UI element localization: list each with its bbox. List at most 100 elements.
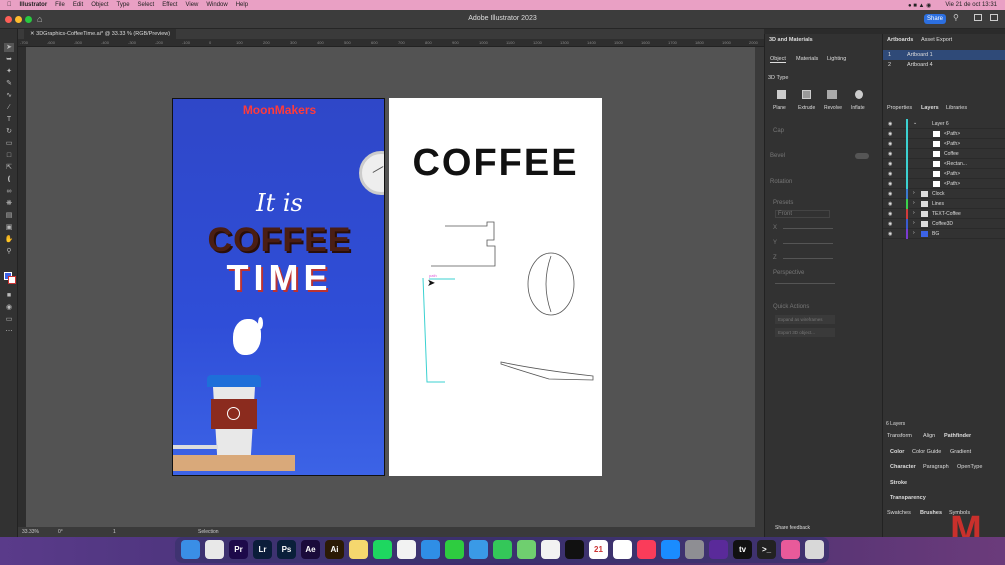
eye-icon[interactable]: ◉ bbox=[888, 181, 892, 187]
music-icon[interactable] bbox=[637, 540, 656, 559]
artboard-number[interactable]: 1 bbox=[113, 529, 116, 535]
selection-tool-icon[interactable]: ➤ bbox=[4, 43, 14, 52]
graph-tool-icon[interactable]: ▤ bbox=[4, 211, 14, 220]
layer-row[interactable]: ◉ › Coffee3D bbox=[883, 219, 1005, 229]
tab-asset-export[interactable]: Asset Export bbox=[921, 37, 952, 43]
color-mode-icon[interactable]: ■ bbox=[4, 291, 14, 300]
tab-swatches[interactable]: Swatches bbox=[887, 510, 911, 516]
ruler-vertical[interactable] bbox=[18, 47, 26, 527]
reminders-icon[interactable] bbox=[613, 540, 632, 559]
arrange-icon[interactable] bbox=[974, 14, 982, 21]
tab-color-guide[interactable]: Color Guide bbox=[912, 449, 941, 455]
pen-tool-icon[interactable]: ✎ bbox=[4, 79, 14, 88]
type-revolve-label[interactable]: Revolve bbox=[824, 105, 842, 111]
chevron-right-icon[interactable]: › bbox=[913, 200, 915, 206]
eye-icon[interactable]: ◉ bbox=[888, 221, 892, 227]
document-tab[interactable]: ✕ 3DGraphics-CoffeeTime.ai* @ 33.33 % (R… bbox=[24, 29, 177, 39]
terminal-icon[interactable]: >_ bbox=[757, 540, 776, 559]
vertical-scrollbar[interactable] bbox=[755, 47, 764, 527]
tab-opentype[interactable]: OpenType bbox=[957, 464, 982, 470]
zoom-level[interactable]: 33.33% bbox=[22, 529, 39, 535]
chevron-right-icon[interactable]: › bbox=[913, 230, 915, 236]
menu-edit[interactable]: Edit bbox=[73, 2, 83, 8]
maps-icon[interactable] bbox=[517, 540, 536, 559]
curvature-tool-icon[interactable]: ∿ bbox=[4, 91, 14, 100]
brush-tool-icon[interactable]: ∕ bbox=[4, 103, 14, 112]
eye-icon[interactable]: ◉ bbox=[888, 151, 892, 157]
expand-wireframes-button[interactable]: Expand as wireframes bbox=[775, 315, 835, 324]
lightroom-icon[interactable]: Lr bbox=[253, 540, 272, 559]
mail-icon[interactable] bbox=[469, 540, 488, 559]
tab-layers[interactable]: Layers bbox=[921, 105, 939, 111]
illustrator-icon[interactable]: Ai bbox=[325, 540, 344, 559]
screen-mode-icon[interactable]: ▭ bbox=[4, 315, 14, 324]
stroke-color-swatch[interactable] bbox=[8, 276, 16, 284]
calendar-icon[interactable]: 21 bbox=[589, 540, 608, 559]
chevron-down-icon[interactable]: ⌄ bbox=[913, 120, 917, 126]
workspace-icon[interactable] bbox=[990, 14, 998, 21]
settings-icon[interactable] bbox=[685, 540, 704, 559]
artboard-tool-icon[interactable]: ▣ bbox=[4, 223, 14, 232]
eye-icon[interactable]: ◉ bbox=[888, 211, 892, 217]
blend-tool-icon[interactable]: ∞ bbox=[4, 187, 14, 196]
layer-row[interactable]: ◉ ⌄ Layer 6 bbox=[883, 119, 1005, 129]
type-extrude-label[interactable]: Extrude bbox=[798, 105, 815, 111]
capcut-icon[interactable] bbox=[565, 540, 584, 559]
layer-row[interactable]: ◉ › Lines bbox=[883, 199, 1005, 209]
share-feedback-link[interactable]: Share feedback bbox=[775, 525, 810, 531]
affinity-icon[interactable] bbox=[709, 540, 728, 559]
tab-gradient[interactable]: Gradient bbox=[950, 449, 971, 455]
type-tool-icon[interactable]: T bbox=[4, 115, 14, 124]
chevron-right-icon[interactable]: › bbox=[913, 190, 915, 196]
eraser-tool-icon[interactable]: ▭ bbox=[4, 139, 14, 148]
menu-type[interactable]: Type bbox=[117, 2, 130, 8]
presets-dropdown[interactable]: Front bbox=[775, 210, 830, 218]
menu-effect[interactable]: Effect bbox=[162, 2, 177, 8]
layer-row[interactable]: ◉ › BG bbox=[883, 229, 1005, 239]
menu-file[interactable]: File bbox=[55, 2, 65, 8]
tab-pathfinder[interactable]: Pathfinder bbox=[944, 433, 971, 439]
tab-character[interactable]: Character bbox=[890, 464, 916, 470]
notes-icon[interactable] bbox=[349, 540, 368, 559]
layer-row[interactable]: ◉ <Path> bbox=[883, 179, 1005, 189]
messages-icon[interactable] bbox=[493, 540, 512, 559]
status-icons[interactable]: ● ■ ▲ ◉ bbox=[908, 2, 931, 9]
cleanmymac-icon[interactable] bbox=[781, 540, 800, 559]
chevron-right-icon[interactable]: › bbox=[913, 210, 915, 216]
tab-lighting[interactable]: Lighting bbox=[827, 56, 846, 62]
3d-panel-title[interactable]: 3D and Materials bbox=[769, 37, 813, 43]
menu-window[interactable]: Window bbox=[206, 2, 227, 8]
tab-libraries[interactable]: Libraries bbox=[946, 105, 967, 111]
tab-transform[interactable]: Transform bbox=[887, 433, 912, 439]
magic-wand-icon[interactable]: ✦ bbox=[4, 67, 14, 76]
facetime-icon[interactable] bbox=[445, 540, 464, 559]
layer-row[interactable]: ◉ › TEXT-Coffee bbox=[883, 209, 1005, 219]
tab-align[interactable]: Align bbox=[923, 433, 935, 439]
tab-properties[interactable]: Properties bbox=[887, 105, 912, 111]
eye-icon[interactable]: ◉ bbox=[888, 161, 892, 167]
layer-row[interactable]: ◉ <Rectan... bbox=[883, 159, 1005, 169]
extrude-icon[interactable] bbox=[802, 90, 811, 99]
tab-brushes[interactable]: Brushes bbox=[920, 510, 942, 516]
eyedropper-icon[interactable]: ❪ bbox=[4, 175, 14, 184]
tab-transparency[interactable]: Transparency bbox=[890, 495, 926, 501]
plane-icon[interactable] bbox=[777, 90, 786, 99]
eye-icon[interactable]: ◉ bbox=[888, 191, 892, 197]
z-slider[interactable] bbox=[783, 258, 833, 259]
layer-row[interactable]: ◉ Coffee bbox=[883, 149, 1005, 159]
eye-icon[interactable]: ◉ bbox=[888, 201, 892, 207]
eye-icon[interactable]: ◉ bbox=[888, 131, 892, 137]
scale-tool-icon[interactable]: ⇱ bbox=[4, 163, 14, 172]
finder-icon[interactable] bbox=[181, 540, 200, 559]
appletv-icon[interactable]: tv bbox=[733, 540, 752, 559]
trash-icon[interactable] bbox=[805, 540, 824, 559]
clock-text[interactable]: Vie 21 de oct 13:31 bbox=[945, 2, 997, 8]
layer-row[interactable]: ◉ › Clock bbox=[883, 189, 1005, 199]
layer-row[interactable]: ◉ <Path> bbox=[883, 169, 1005, 179]
menu-app-name[interactable]: Illustrator bbox=[20, 2, 48, 8]
chevron-right-icon[interactable]: › bbox=[913, 220, 915, 226]
tab-object[interactable]: Object bbox=[770, 56, 786, 63]
y-slider[interactable] bbox=[783, 243, 833, 244]
tab-color[interactable]: Color bbox=[890, 449, 904, 455]
eye-icon[interactable]: ◉ bbox=[888, 171, 892, 177]
